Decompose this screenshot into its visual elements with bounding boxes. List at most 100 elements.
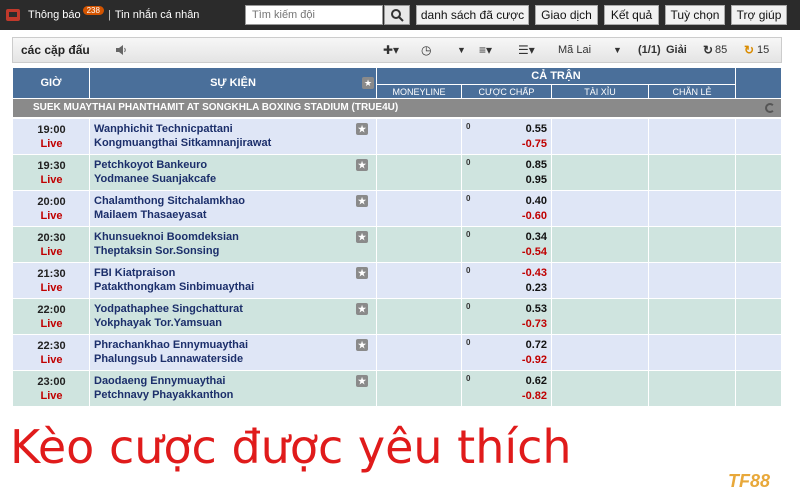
header-time: GIỜ — [13, 68, 90, 98]
table-row: 22:00 Live Yodpathaphee Singchatturat Yokph… — [13, 299, 781, 335]
sort-icon[interactable]: ≡▾ — [479, 43, 492, 57]
handicap-line: 0 — [466, 302, 471, 311]
event-cell: Daodaeng Ennymuaythai Petchnavy Phayakkan… — [90, 371, 377, 407]
notifications-link[interactable]: Thông báo — [28, 9, 81, 21]
handicap-cell: 0 0.34 -0.54 — [462, 227, 552, 263]
away-fighter: Yokphayak Tor.Yamsuan — [94, 317, 222, 329]
away-fighter: Yodmanee Suanjakcafe — [94, 173, 217, 185]
home-fighter: FBI Kiatpraison — [94, 267, 176, 279]
refresh-count: 85 — [715, 44, 728, 56]
timer-icon[interactable]: ↻ — [744, 43, 754, 57]
away-odds[interactable]: -0.60 — [522, 210, 547, 222]
nav-results[interactable]: Kết quả — [604, 5, 659, 25]
table-row: 22:30 Live Phrachankhao Ennymuaythai Phalun… — [13, 335, 781, 371]
handicap-line: 0 — [466, 122, 471, 131]
favorite-star-icon[interactable]: ★ — [356, 267, 368, 279]
table-row: 19:00 Live Wanphichit Technicpattani Kongmu… — [13, 119, 781, 155]
home-odds[interactable]: 0.55 — [526, 123, 547, 135]
page-indicator: (1/1) — [638, 44, 661, 56]
add-icon[interactable]: ✚▾ — [383, 43, 399, 57]
oddeven-cell — [649, 227, 736, 263]
favorite-star-icon[interactable]: ★ — [356, 195, 368, 207]
favorite-star-icon[interactable]: ★ — [356, 123, 368, 135]
home-odds[interactable]: 0.34 — [526, 231, 547, 243]
favorite-star-icon[interactable]: ★ — [356, 339, 368, 351]
caption-text: Kèo cược được yêu thích — [10, 420, 572, 474]
away-odds[interactable]: -0.92 — [522, 354, 547, 366]
match-time: 19:30 — [37, 160, 66, 172]
handicap-line: 0 — [466, 230, 471, 239]
away-fighter: Theptaksin Sor.Sonsing — [94, 245, 220, 257]
home-odds[interactable]: 0.40 — [526, 195, 547, 207]
event-cell: Wanphichit Technicpattani Kongmuangthai S… — [90, 119, 377, 155]
search-input[interactable] — [245, 5, 383, 25]
overunder-cell — [552, 371, 649, 407]
handicap-line: 0 — [466, 374, 471, 383]
handicap-cell: 0 0.40 -0.60 — [462, 191, 552, 227]
away-fighter: Phalungsub Lannawaterside — [94, 353, 244, 365]
home-fighter: Chalamthong Sitchalamkhao — [94, 195, 245, 207]
event-cell: Khunsueknoi Boomdeksian Theptaksin Sor.So… — [90, 227, 377, 263]
nav-bet-list[interactable]: danh sách đã cược — [416, 5, 529, 25]
home-odds[interactable]: 0.53 — [526, 303, 547, 315]
home-odds[interactable]: -0.43 — [522, 267, 547, 279]
home-fighter: Yodpathaphee Singchatturat — [94, 303, 243, 315]
favorites-star-icon[interactable]: ★ — [362, 77, 374, 89]
handicap-line: 0 — [466, 158, 471, 167]
live-status: Live — [40, 282, 63, 294]
brand-logo: TF88 — [728, 471, 771, 491]
league-filter-link[interactable]: Giải — [666, 44, 687, 56]
handicap-line: 0 — [466, 338, 471, 347]
away-odds[interactable]: 0.95 — [526, 174, 547, 186]
notifications-badge: 238 — [82, 5, 104, 15]
match-time: 22:00 — [37, 304, 66, 316]
overunder-cell — [552, 119, 649, 155]
top-bar-left: Thông báo 238 | Tin nhắn cá nhân — [6, 0, 199, 30]
speaker-icon[interactable] — [115, 44, 127, 56]
live-status: Live — [40, 246, 63, 258]
home-odds[interactable]: 0.85 — [526, 159, 547, 171]
time-cell: 19:00 Live — [13, 119, 90, 155]
clock-icon[interactable]: ◷ — [421, 43, 431, 57]
list-view-icon[interactable]: ☰▾ — [518, 43, 535, 57]
event-cell: Petchkoyot Bankeuro Yodmanee Suanjakcafe ★ — [90, 155, 377, 191]
refresh-icon[interactable]: ↻ — [703, 43, 713, 57]
away-fighter: Patakthongkam Sinbimuaythai — [94, 281, 255, 293]
nav-help[interactable]: Trợ giúp — [731, 5, 787, 25]
messages-link[interactable]: Tin nhắn cá nhân — [115, 9, 200, 21]
favorite-star-icon[interactable]: ★ — [356, 231, 368, 243]
handicap-cell: 0 0.55 -0.75 — [462, 119, 552, 155]
header-overunder: TÀI XỈU — [552, 84, 649, 98]
event-cell: FBI Kiatpraison Patakthongkam Sinbimuayth… — [90, 263, 377, 299]
away-odds[interactable]: -0.82 — [522, 390, 547, 402]
favorite-star-icon[interactable]: ★ — [356, 159, 368, 171]
home-odds[interactable]: 0.62 — [526, 375, 547, 387]
oddeven-cell — [649, 191, 736, 227]
away-odds[interactable]: -0.75 — [522, 138, 547, 150]
favorite-star-icon[interactable]: ★ — [356, 375, 368, 387]
moneyline-cell — [377, 191, 462, 227]
favorite-star-icon[interactable]: ★ — [356, 303, 368, 315]
table-row: 21:30 Live FBI Kiatpraison Patakthongkam Si… — [13, 263, 781, 299]
table-header: GIỜ SỰ KIỆN ★ CẢ TRẬN MONEYLINE CƯỢC CHẤ… — [13, 68, 781, 98]
match-time: 20:30 — [37, 232, 66, 244]
handicap-cell: 0 0.62 -0.82 — [462, 371, 552, 407]
home-odds[interactable]: 0.72 — [526, 339, 547, 351]
overunder-cell — [552, 335, 649, 371]
time-cell: 19:30 Live — [13, 155, 90, 191]
away-odds[interactable]: 0.23 — [526, 282, 547, 294]
league-refresh-icon[interactable] — [765, 103, 775, 113]
away-odds[interactable]: -0.54 — [522, 246, 547, 258]
away-odds[interactable]: -0.73 — [522, 318, 547, 330]
chevron-down-icon[interactable]: ▼ — [457, 45, 466, 55]
toolbar-title: các cặp đấu — [21, 43, 90, 57]
nav-transactions[interactable]: Giao dịch — [535, 5, 598, 25]
search-button[interactable] — [384, 5, 410, 25]
match-time: 22:30 — [37, 340, 66, 352]
timer-count: 15 — [757, 44, 770, 56]
odds-type-select[interactable]: Mã Lai — [558, 44, 591, 56]
oddeven-cell — [649, 263, 736, 299]
nav-options[interactable]: Tuỳ chọn — [665, 5, 725, 25]
header-fulltime: CẢ TRẬN — [377, 68, 736, 84]
overunder-cell — [552, 263, 649, 299]
